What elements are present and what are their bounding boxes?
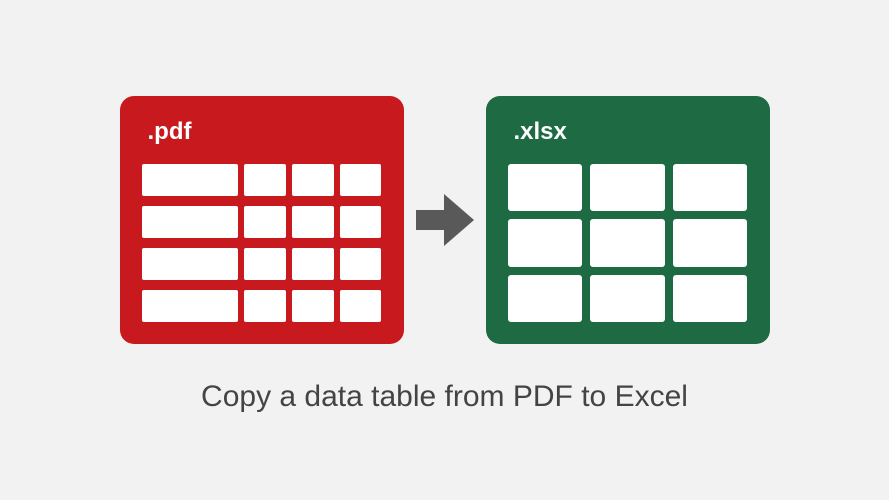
arrow-icon	[416, 188, 474, 252]
xlsx-cell	[590, 164, 665, 211]
xlsx-label: .xlsx	[514, 118, 748, 146]
pdf-cell	[244, 206, 286, 238]
pdf-cell	[244, 248, 286, 280]
pdf-grid	[142, 164, 382, 322]
xlsx-cell	[673, 275, 748, 322]
pdf-cell	[292, 290, 334, 322]
xlsx-cell	[590, 219, 665, 266]
pdf-cell	[244, 164, 286, 196]
xlsx-cell	[508, 275, 583, 322]
xlsx-cell	[590, 275, 665, 322]
pdf-cell	[340, 248, 382, 280]
caption-text: Copy a data table from PDF to Excel	[201, 380, 688, 414]
xlsx-cell	[508, 219, 583, 266]
pdf-cell	[340, 206, 382, 238]
xlsx-card: .xlsx	[486, 96, 770, 344]
xlsx-cell	[673, 219, 748, 266]
pdf-cell	[292, 248, 334, 280]
pdf-cell	[142, 290, 238, 322]
pdf-cell	[292, 164, 334, 196]
xlsx-grid	[508, 164, 748, 322]
pdf-label: .pdf	[148, 118, 382, 146]
xlsx-cell	[508, 164, 583, 211]
diagram-row: .pdf .xlsx	[120, 96, 770, 344]
xlsx-cell	[673, 164, 748, 211]
pdf-cell	[244, 290, 286, 322]
pdf-card: .pdf	[120, 96, 404, 344]
pdf-cell	[142, 164, 238, 196]
pdf-cell	[340, 290, 382, 322]
pdf-cell	[340, 164, 382, 196]
pdf-cell	[142, 206, 238, 238]
pdf-cell	[292, 206, 334, 238]
pdf-cell	[142, 248, 238, 280]
